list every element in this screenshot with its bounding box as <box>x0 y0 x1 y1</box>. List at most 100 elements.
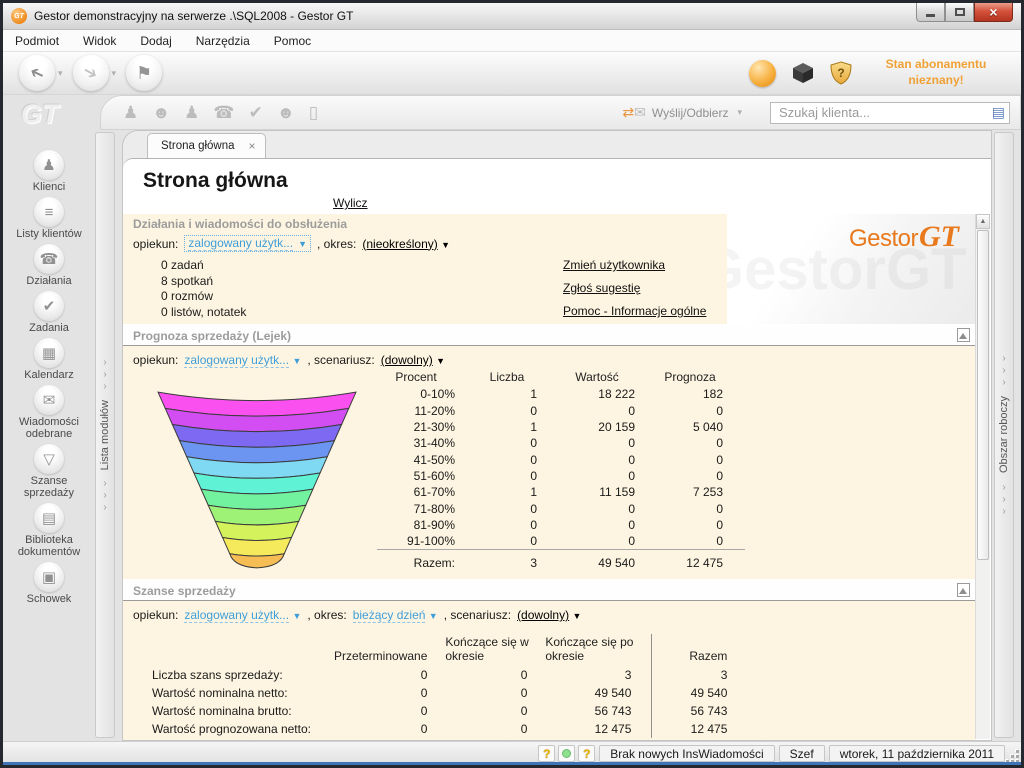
section-chances: opiekun: zalogowany użytk... ▼ , okres: … <box>123 601 975 740</box>
scenario-filter[interactable]: (dowolny) ▼ <box>381 353 445 367</box>
connection-status-icon[interactable] <box>558 745 575 762</box>
chances-row-label: Liczba szans sprzedaży: <box>151 666 333 684</box>
chevron-down-icon: ▼ <box>298 239 307 249</box>
section-chart-icon[interactable] <box>957 328 970 342</box>
menu-item-0[interactable]: Podmiot <box>15 34 59 48</box>
tasks-icon: ✔ <box>34 291 64 321</box>
help-link[interactable]: Pomoc - Informacje ogólne <box>563 304 706 318</box>
help-status-icon[interactable]: ? <box>578 745 595 762</box>
task-icon[interactable]: ✔ <box>249 103 263 122</box>
person-icon[interactable]: ☻ <box>152 103 170 122</box>
sidebar-item-label: Schowek <box>6 593 92 605</box>
menu-item-1[interactable]: Widok <box>83 34 116 48</box>
client-search-box[interactable]: ▤ <box>770 102 1010 124</box>
clients-icon: ♟ <box>34 150 64 180</box>
module-list-strip[interactable]: › › › Lista modułów › › › <box>95 132 115 738</box>
arrow-back-button[interactable]: ➔ <box>19 55 55 91</box>
tab-home[interactable]: Strona główna × <box>147 133 266 158</box>
menubar: Podmiot Widok Dodaj Narzędzia Pomoc <box>3 30 1021 52</box>
funnel-row: 0-10%118 222182 <box>377 386 745 402</box>
minimize-button[interactable] <box>916 3 945 22</box>
caretaker-filter[interactable]: zalogowany użytk... ▼ <box>184 353 301 367</box>
period-filter[interactable]: (nieokreślony) ▼ <box>362 237 450 251</box>
caretaker-filter[interactable]: zalogowany użytk... ▼ <box>184 608 301 622</box>
funnel-total-cell: 49 540 <box>559 550 657 571</box>
change-user-link[interactable]: Zmień użytkownika <box>563 258 706 272</box>
subscription-shield-icon[interactable]: ? <box>830 61 852 85</box>
mobile-icon[interactable]: ▯ <box>309 103 318 122</box>
workspace-strip[interactable]: › › › Obszar roboczy › › › <box>994 132 1014 738</box>
funnel-row: 91-100%000 <box>377 533 745 550</box>
funnel-cell: 0-10% <box>377 386 477 402</box>
funnel-cell: 0 <box>657 451 745 467</box>
sidebar-item-label: Wiadomości odebrane <box>6 416 92 440</box>
section-funnel: opiekun: zalogowany użytk... ▼ , scenari… <box>123 346 975 579</box>
client-action-icon[interactable]: ♟ <box>184 103 199 122</box>
suggestion-link[interactable]: Zgłoś sugestię <box>563 281 706 295</box>
scrollbar-thumb[interactable] <box>977 230 989 560</box>
scenario-filter[interactable]: (dowolny) ▼ <box>517 608 581 622</box>
funnel-cell: 7 253 <box>657 484 745 500</box>
vertical-scrollbar[interactable]: ▲ <box>975 214 990 739</box>
section-chances-header: Szanse sprzedaży <box>123 581 975 601</box>
arrow-forward-button[interactable]: ➔ <box>73 55 109 91</box>
sidebar-item-biblioteka-dokumentow[interactable]: ▤Biblioteka dokumentów <box>6 503 92 558</box>
funnel-cell: 182 <box>657 386 745 402</box>
chevron-down-icon: ▼ <box>429 611 438 621</box>
scroll-up-icon[interactable]: ▲ <box>976 214 990 229</box>
main-toolbar: ➔ ▾ ➔ ▾ ⚑ ? Stan abonamentu nieznany! <box>3 52 1021 95</box>
funnel-col-header: Wartość <box>559 369 657 386</box>
funnel-row: 21-30%120 1595 040 <box>377 419 745 435</box>
people-icon[interactable]: ☻ <box>277 103 295 122</box>
chevron-down-icon[interactable]: ▾ <box>112 68 117 79</box>
menu-item-4[interactable]: Pomoc <box>274 34 311 48</box>
filter-label: , scenariusz: <box>307 353 374 367</box>
funnel-row: 81-90%000 <box>377 517 745 533</box>
funnel-cell: 0 <box>559 533 657 550</box>
funnel-cell: 20 159 <box>559 419 657 435</box>
insert-sphere-icon[interactable] <box>749 60 776 87</box>
period-filter[interactable]: bieżący dzień ▼ <box>353 608 438 622</box>
menu-item-3[interactable]: Narzędzia <box>196 34 250 48</box>
phone-icon[interactable]: ☎ <box>213 103 234 122</box>
cube-icon[interactable] <box>791 61 815 85</box>
search-list-icon[interactable]: ▤ <box>992 104 1005 121</box>
messages-status[interactable]: Brak nowych InsWiadomości <box>599 745 774 762</box>
send-receive-button[interactable]: ⇄✉ Wyślij/Odbierz ▾ <box>622 104 752 121</box>
search-input[interactable] <box>777 104 992 121</box>
chevron-down-icon[interactable]: ▾ <box>58 68 63 79</box>
sidebar-item-wiadomosci-odebrane[interactable]: ✉Wiadomości odebrane <box>6 385 92 440</box>
funnel-cell: 81-90% <box>377 517 477 533</box>
section-chart-icon[interactable] <box>957 583 970 597</box>
funnel-cell: 61-70% <box>377 484 477 500</box>
sidebar-item-szanse-sprzedazy[interactable]: ▽Szanse sprzedaży <box>6 444 92 499</box>
menu-item-2[interactable]: Dodaj <box>140 34 171 48</box>
caretaker-filter[interactable]: zalogowany użytk... ▼ <box>184 235 311 252</box>
body-area: GT ♟☻♟☎✔☻▯ ⇄✉ Wyślij/Odbierz ▾ ▤ ♟Klienc… <box>3 95 1021 741</box>
sidebar-item-kalendarz[interactable]: ▦Kalendarz <box>6 338 92 381</box>
flag-button[interactable]: ⚑ <box>126 55 162 91</box>
calculate-link[interactable]: Wylicz <box>333 196 368 210</box>
chevron-down-icon: ▼ <box>292 611 301 621</box>
client-icon[interactable]: ♟ <box>123 103 138 122</box>
scenario-filter-value: (dowolny) <box>517 608 569 622</box>
sidebar-item-label: Zadania <box>6 322 92 334</box>
maximize-button[interactable] <box>945 3 974 22</box>
tab-strip: Strona główna × <box>123 131 991 158</box>
sidebar-item-dzialania[interactable]: ☎Działania <box>6 244 92 287</box>
sidebar-item-zadania[interactable]: ✔Zadania <box>6 291 92 334</box>
user-status[interactable]: Szef <box>779 745 825 762</box>
sidebar-item-schowek[interactable]: ▣Schowek <box>6 562 92 605</box>
sidebar-item-listy-klientow[interactable]: ≡Listy klientów <box>6 197 92 240</box>
sidebar-item-klienci[interactable]: ♟Klienci <box>6 150 92 193</box>
scenario-filter-value: (dowolny) <box>381 353 433 367</box>
help-status-icon[interactable]: ? <box>538 745 555 762</box>
module-list-strip-label: Lista modułów <box>99 400 111 470</box>
chevron-down-icon: ▾ <box>737 107 742 118</box>
tab-close-icon[interactable]: × <box>249 141 256 151</box>
funnel-row: 31-40%000 <box>377 435 745 451</box>
funnel-cell: 11 159 <box>559 484 657 500</box>
close-button[interactable]: × <box>974 3 1013 22</box>
clipboard-icon: ▣ <box>34 562 64 592</box>
chevron-icon: › <box>1002 495 1005 504</box>
